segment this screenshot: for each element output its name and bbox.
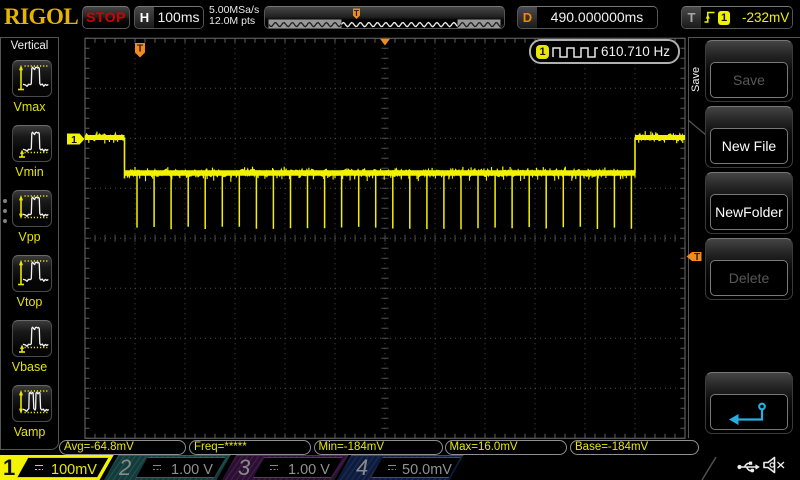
- svg-text:T: T: [354, 9, 359, 18]
- svg-text:T: T: [137, 44, 143, 55]
- svg-text:1: 1: [71, 134, 77, 146]
- svg-text:T: T: [694, 252, 700, 263]
